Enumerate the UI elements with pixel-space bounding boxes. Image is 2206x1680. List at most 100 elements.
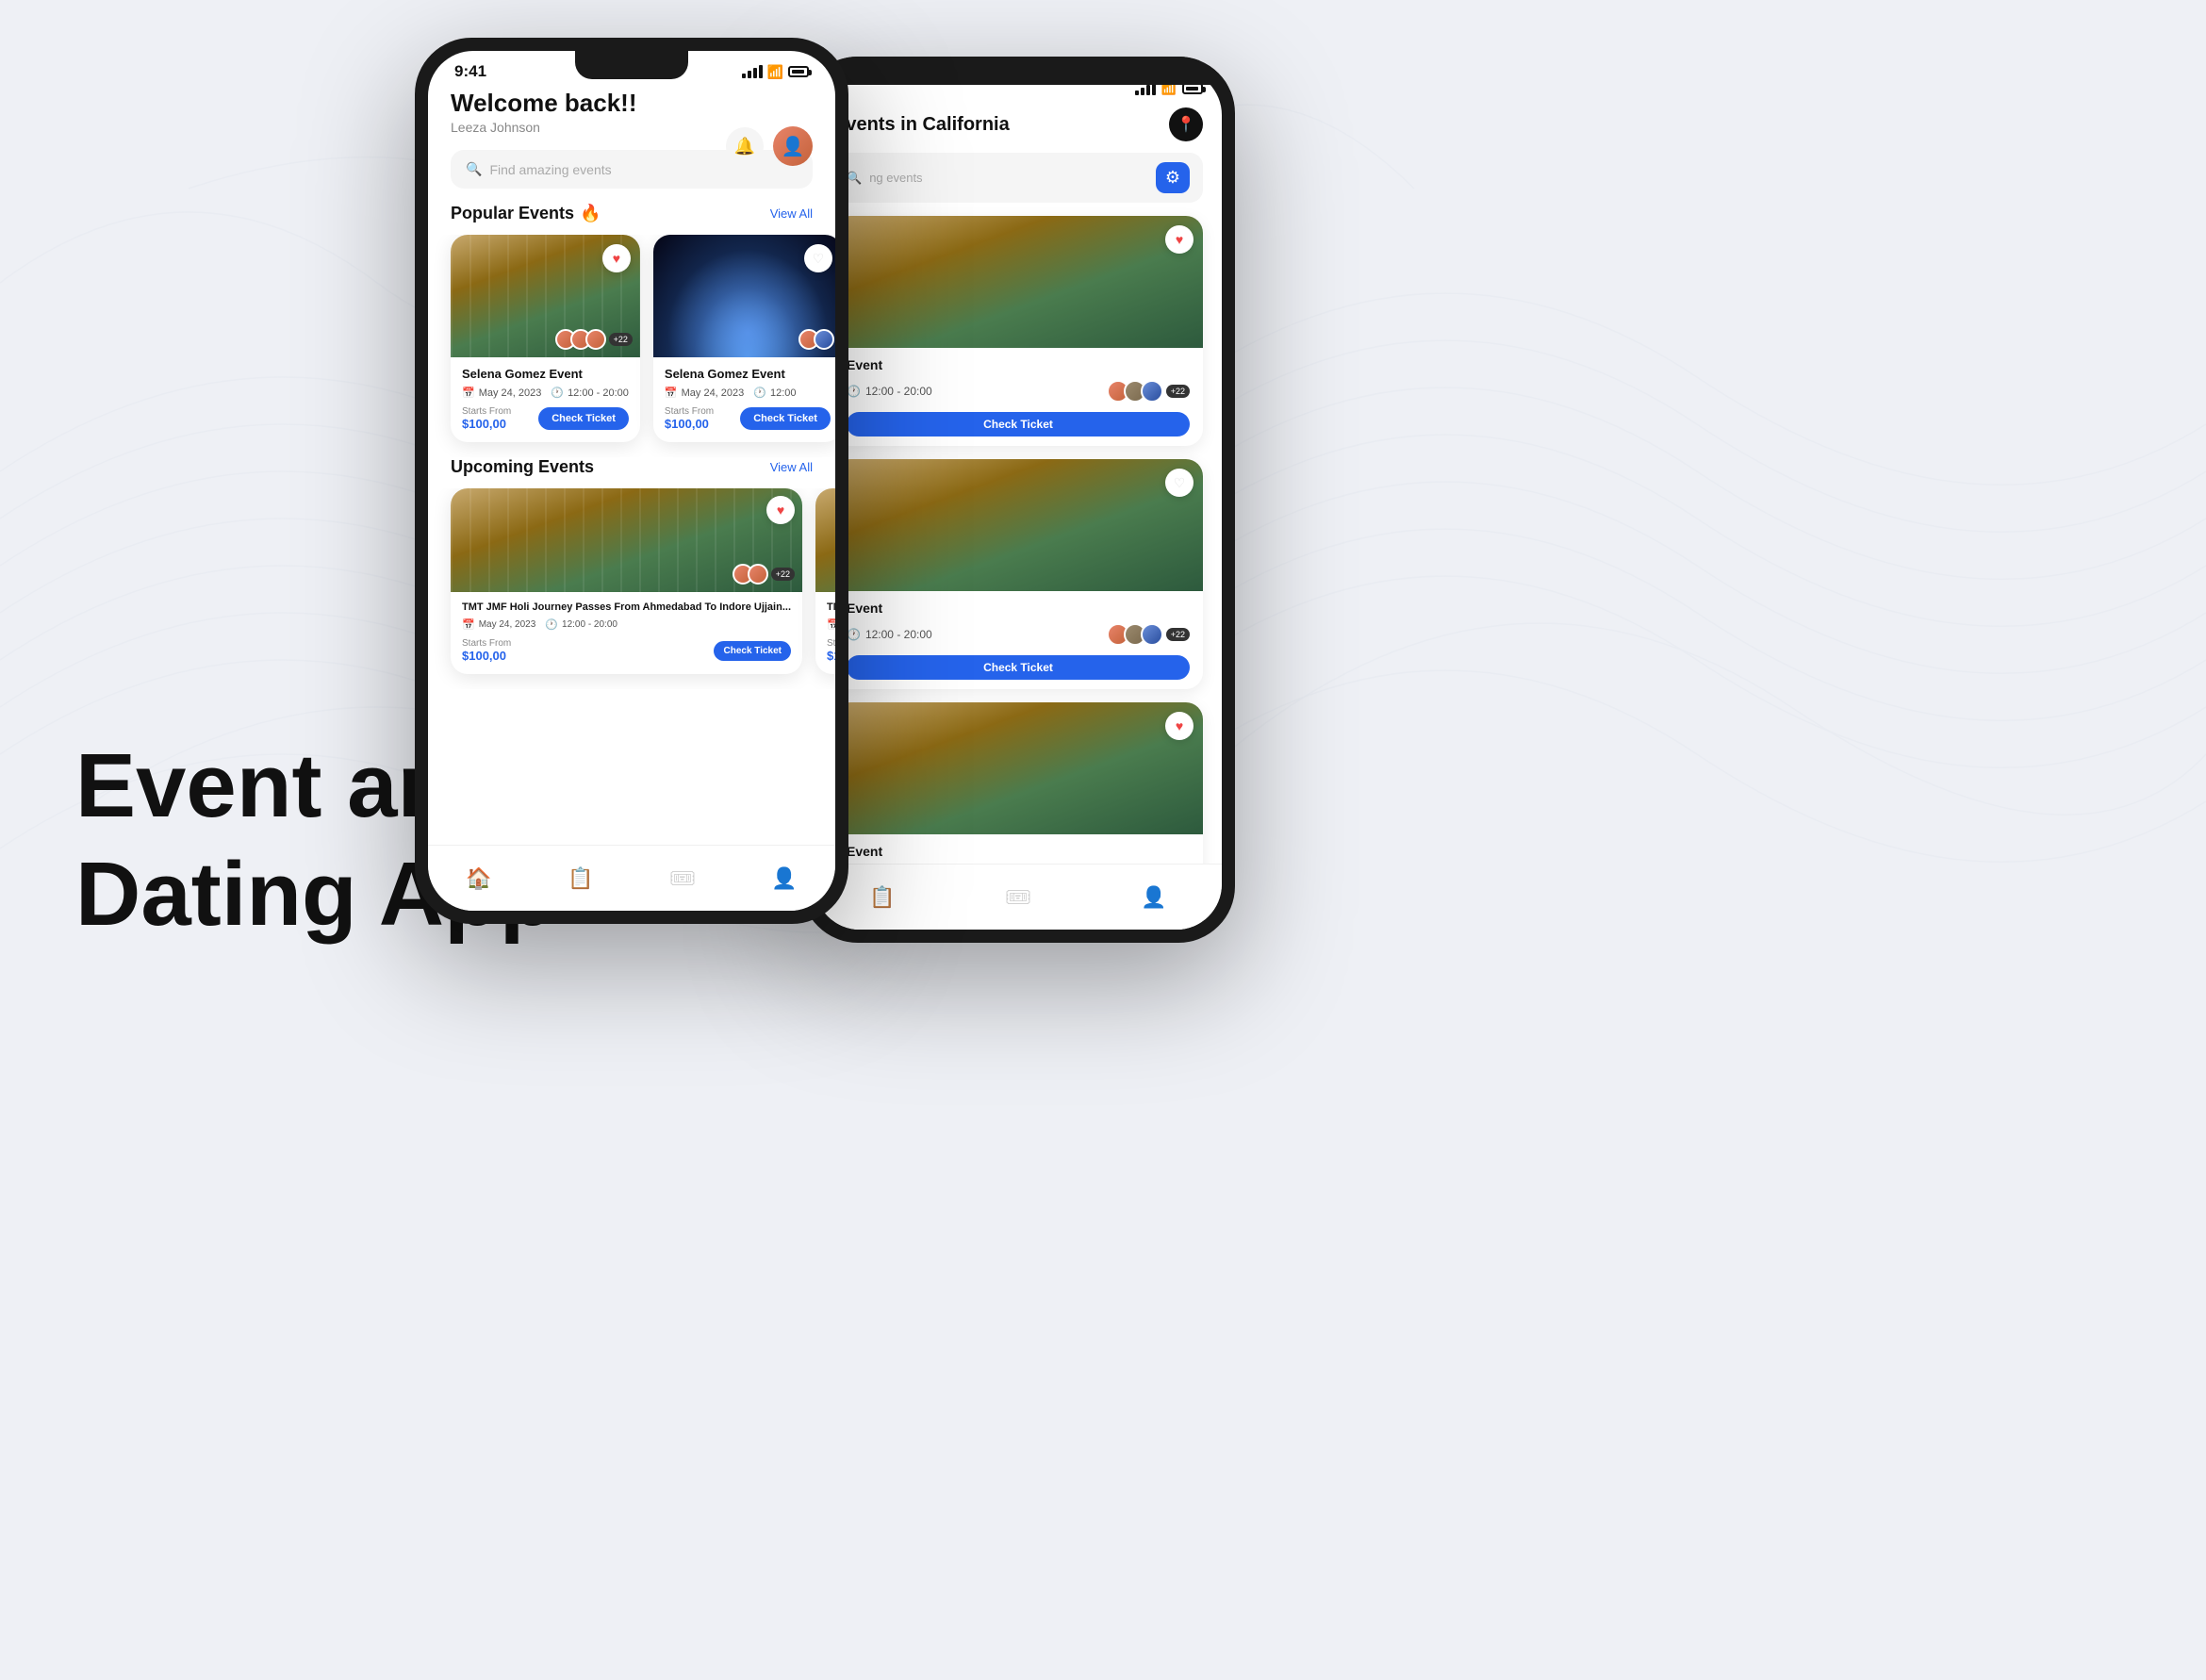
phone2-clock-icon-1: 🕐 [847, 385, 861, 398]
attendees-badge-1: +22 [555, 329, 633, 350]
phone2-check-btn-1[interactable]: Check Ticket [847, 412, 1190, 436]
phone2-event-card-2: ♡ Event 🕐 12:00 - 20:00 +22 Chec [833, 459, 1203, 689]
upcoming-event-meta-1: 📅 May 24, 2023 🕐 12:00 - 20:00 [462, 618, 791, 631]
phone2-header: Events in California 📍 [815, 100, 1222, 153]
heart-outline-icon-2[interactable]: ♡ [804, 244, 832, 272]
phone2-event-name-2: Event [847, 601, 1190, 616]
attendees-badge-2 [798, 329, 834, 350]
phone2-nav-tickets[interactable]: 🎟 [1005, 885, 1031, 910]
search-placeholder: Find amazing events [489, 162, 611, 177]
phone2-event-name-1: Event [847, 357, 1190, 372]
phone1-notch [575, 51, 688, 79]
user-avatar[interactable]: 👤 [773, 126, 813, 166]
upcoming-events-title: Upcoming Events [451, 457, 594, 477]
event-time-1: 🕐 12:00 - 20:00 [551, 387, 629, 399]
phone2-event-card-1-image: ♥ [833, 216, 1203, 348]
event-meta-1: 📅 May 24, 2023 🕐 12:00 - 20:00 [462, 387, 629, 399]
popular-event-card-2: ♡ Selena Gomez Event 📅 May 24, 2023 [653, 235, 835, 442]
upcoming-events-scroll: ♥ +22 TMT JMF Holi Journey Passes From A… [428, 488, 835, 689]
welcome-text: Welcome back!! [451, 89, 813, 118]
event-name-1: Selena Gomez Event [462, 367, 629, 381]
popular-view-all[interactable]: View All [770, 206, 813, 221]
event-name-2: Selena Gomez Event [665, 367, 831, 381]
price-2: $100,00 [665, 417, 714, 431]
battery-icon [788, 66, 809, 77]
phone1-status-icons: 📶 [742, 64, 809, 80]
upcoming-check-btn-1[interactable]: Check Ticket [714, 641, 791, 661]
attendee-avatar-5 [814, 329, 834, 350]
phone2-clock-icon-2: 🕐 [847, 628, 861, 641]
upcoming-event-name-2: TMT JMF Holi Journey Passes From Ahmedab… [827, 601, 835, 613]
popular-events-header: Popular Events 🔥 View All [428, 204, 835, 235]
phone2-check-btn-2[interactable]: Check Ticket [847, 655, 1190, 680]
nav-profile[interactable]: 👤 [771, 866, 797, 891]
upcoming-card-1-body: TMT JMF Holi Journey Passes From Ahmedab… [451, 592, 802, 674]
upcoming-event-card-1: ♥ +22 TMT JMF Holi Journey Passes From A… [451, 488, 802, 674]
event-card-2-image: ♡ [653, 235, 835, 357]
price-1: $100,00 [462, 417, 511, 431]
phone2-event-card-3-image: ♥ [833, 702, 1203, 834]
clock-icon-1: 🕐 [551, 387, 564, 399]
nav-home[interactable]: 🏠 [466, 866, 491, 891]
check-ticket-button-1[interactable]: Check Ticket [538, 407, 629, 430]
event-date-2: 📅 May 24, 2023 [665, 387, 744, 399]
phone2-market-photo-3 [833, 702, 1203, 834]
upcoming-event-meta-2: 📅 May 24, 2023 🕐 12:00 - 20:00 [827, 618, 835, 631]
nav-list[interactable]: 📋 [568, 866, 593, 891]
event-meta-2: 📅 May 24, 2023 🕐 12:00 [665, 387, 831, 399]
notification-button[interactable]: 🔔 [726, 127, 764, 165]
phone2-event-card-2-image: ♡ [833, 459, 1203, 591]
event-footer-1: Starts From $100,00 Check Ticket [462, 406, 629, 431]
upcoming-event-name-1: TMT JMF Holi Journey Passes From Ahmedab… [462, 601, 791, 613]
phone2-market-photo-2 [833, 459, 1203, 591]
phone2-meta-2: 🕐 12:00 - 20:00 +22 [847, 623, 1190, 646]
search-icon: 🔍 [466, 161, 482, 177]
filter-button[interactable]: ⚙ [1156, 162, 1190, 193]
upcoming-market-photo-2 [815, 488, 835, 592]
clock-icon-2: 🕐 [753, 387, 766, 399]
phone2-title: Events in California [833, 114, 1010, 136]
phone2-card-1-body: Event 🕐 12:00 - 20:00 +22 Check Ticket [833, 348, 1203, 446]
phone2-screen: 📶 Events in California 📍 🔍 ng events ⚙ ♥ [815, 70, 1222, 930]
starts-label-2: Starts From [665, 406, 714, 417]
heart-filled-icon-1[interactable]: ♥ [602, 244, 631, 272]
phone2-search-placeholder: ng events [869, 171, 922, 185]
calendar-icon-2: 📅 [665, 387, 678, 399]
phone2-count-1: +22 [1166, 385, 1190, 398]
phone2-top [801, 57, 1235, 85]
phone2-market-photo-1 [833, 216, 1203, 348]
phone1-bottom-nav: 🏠 📋 🎟 👤 [428, 845, 835, 911]
upcoming-attendees-1: +22 [733, 564, 795, 585]
upcoming-card-2-image: ♥ +22 [815, 488, 835, 592]
phone2-nav-list[interactable]: 📋 [869, 885, 895, 910]
phone2-nav-profile[interactable]: 👤 [1141, 885, 1166, 910]
phone2-heart-2[interactable]: ♡ [1165, 469, 1194, 497]
location-button[interactable]: 📍 [1169, 107, 1203, 141]
popular-events-title: Popular Events [451, 204, 574, 223]
phone2-search-icon: 🔍 [847, 171, 862, 186]
signal-bars-icon [742, 65, 763, 78]
phone2-event-card-1: ♥ Event 🕐 12:00 - 20:00 +22 Chec [833, 216, 1203, 446]
header-actions: 🔔 👤 [726, 126, 813, 166]
upcoming-events-header: Upcoming Events View All [428, 457, 835, 488]
phone2-event-name-3: Event [847, 844, 1190, 859]
phone2-card-2-body: Event 🕐 12:00 - 20:00 +22 Check Ticket [833, 591, 1203, 689]
phone2-avatars-1: +22 [1107, 380, 1190, 403]
event-footer-2: Starts From $100,00 Check Ticket [665, 406, 831, 431]
starts-label-1: Starts From [462, 406, 511, 417]
phone2-heart-1[interactable]: ♥ [1165, 225, 1194, 254]
event-card-2-body: Selena Gomez Event 📅 May 24, 2023 🕐 12:0… [653, 357, 835, 442]
upcoming-view-all[interactable]: View All [770, 460, 813, 474]
phone2-heart-3[interactable]: ♥ [1165, 712, 1194, 740]
phone2-bottom-nav: 📋 🎟 👤 [815, 864, 1222, 930]
phone2-search[interactable]: 🔍 ng events ⚙ [833, 153, 1203, 203]
phone2-meta-1: 🕐 12:00 - 20:00 +22 [847, 380, 1190, 403]
upcoming-heart-1[interactable]: ♥ [766, 496, 795, 524]
upcoming-event-card-2: ♥ +22 TMT JMF Holi Journey Passes From A… [815, 488, 835, 674]
phone2-avatars-2: +22 [1107, 623, 1190, 646]
phone1-time: 9:41 [454, 62, 486, 81]
check-ticket-button-2[interactable]: Check Ticket [740, 407, 831, 430]
event-card-1-image: ♥ +22 [451, 235, 640, 357]
phone1-header: Welcome back!! Leeza Johnson 🔔 👤 [428, 85, 835, 142]
nav-tickets[interactable]: 🎟 [669, 866, 696, 891]
